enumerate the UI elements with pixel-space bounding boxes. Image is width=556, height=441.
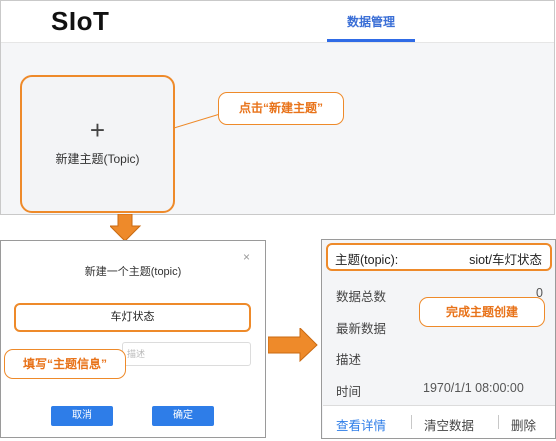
new-topic-dialog: 新建一个主题(topic) × 车灯状态 描述 取消 确定 xyxy=(0,240,266,438)
dialog-title: 新建一个主题(topic) xyxy=(84,266,182,278)
topic-name-input[interactable]: 车灯状态 xyxy=(14,303,251,332)
callout-click-new-topic: 点击“新建主题” xyxy=(218,92,344,125)
cancel-button[interactable]: 取消 xyxy=(51,406,113,426)
topic-detail-card: 主题(topic): siot/车灯状态 数据总数 0 最新数据 描述 时间 1… xyxy=(321,239,556,439)
close-icon[interactable]: × xyxy=(243,250,250,264)
topic-value: siot/车灯状态 xyxy=(469,253,542,267)
view-details-button[interactable]: 查看详情 xyxy=(336,415,386,434)
latest-data-label: 最新数据 xyxy=(336,322,387,336)
callout-fill-topic-info: 填写“主题信息” xyxy=(4,349,126,379)
delete-button[interactable]: 删除 xyxy=(511,415,536,434)
arrow-right-icon xyxy=(268,328,318,362)
description-input[interactable]: 描述 xyxy=(122,342,251,366)
detail-footer: 查看详情 清空数据 删除 xyxy=(323,406,555,438)
topic-row: 主题(topic): siot/车灯状态 xyxy=(326,243,552,271)
clear-data-button[interactable]: 清空数据 xyxy=(424,415,474,434)
time-value: 1970/1/1 08:00:00 xyxy=(423,381,524,395)
confirm-button[interactable]: 确定 xyxy=(152,406,214,426)
time-label: 时间 xyxy=(336,385,362,399)
arrow-down-icon xyxy=(110,214,142,242)
callout-topic-created: 完成主题创建 xyxy=(419,297,545,327)
connector-line xyxy=(173,113,221,129)
total-count-label: 数据总数 xyxy=(336,290,387,304)
topic-key-label: 主题(topic): xyxy=(335,253,399,267)
footer-separator xyxy=(411,415,412,429)
description-label: 描述 xyxy=(336,353,362,367)
footer-separator xyxy=(498,415,499,429)
